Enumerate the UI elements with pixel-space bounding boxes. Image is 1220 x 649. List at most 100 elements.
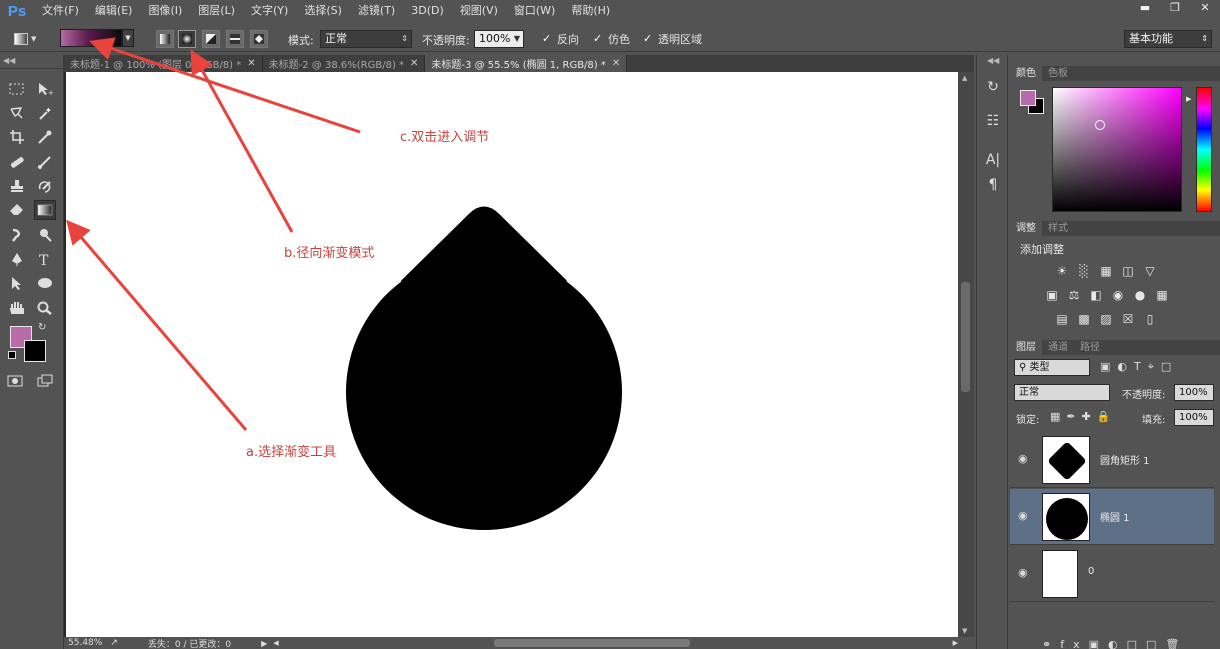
eraser-tool[interactable] bbox=[6, 200, 28, 220]
tab-styles[interactable]: 样式 bbox=[1042, 221, 1074, 236]
gradient-map-icon[interactable]: ▯ bbox=[1142, 312, 1158, 326]
menu-select[interactable]: 选择(S) bbox=[296, 0, 350, 22]
workspace-select[interactable]: 基本功能 ⇕ bbox=[1124, 30, 1212, 48]
screen-mode-button[interactable] bbox=[34, 371, 56, 391]
hue-slider[interactable] bbox=[1196, 87, 1212, 212]
layer-name[interactable]: 椭圆 1 bbox=[1100, 509, 1130, 524]
eye-icon[interactable]: ◉ bbox=[1018, 566, 1030, 579]
angle-gradient-button[interactable] bbox=[202, 30, 220, 48]
gradient-picker[interactable]: ▼ bbox=[60, 29, 134, 47]
menu-layer[interactable]: 图层(L) bbox=[190, 0, 243, 22]
menu-3d[interactable]: 3D(D) bbox=[403, 0, 452, 22]
default-colors-icon[interactable] bbox=[8, 351, 16, 359]
canvas[interactable]: c.双击进入调节 b.径向渐变模式 a.选择渐变工具 bbox=[66, 72, 958, 637]
tab-channels[interactable]: 通道 bbox=[1042, 340, 1074, 355]
paragraph-panel-button[interactable]: ¶ bbox=[982, 175, 1004, 195]
color-lookup-icon[interactable]: ▦ bbox=[1154, 288, 1170, 302]
menu-type[interactable]: 文字(Y) bbox=[243, 0, 296, 22]
menu-help[interactable]: 帮助(H) bbox=[563, 0, 618, 22]
menu-window[interactable]: 窗口(W) bbox=[506, 0, 563, 22]
layer-panel-actions[interactable]: ⚭fx▣◐□□🗑 bbox=[1042, 638, 1188, 649]
hand-tool[interactable] bbox=[6, 298, 28, 318]
fill-input[interactable]: 100% bbox=[1174, 409, 1214, 426]
close-icon[interactable]: ✕ bbox=[1190, 0, 1220, 18]
tab-color[interactable]: 颜色 bbox=[1010, 66, 1042, 81]
transparency-checkbox[interactable]: ✓ 透明区域 bbox=[643, 31, 702, 47]
curves-icon[interactable]: ▦ bbox=[1098, 264, 1114, 278]
brush-tool[interactable] bbox=[34, 152, 56, 172]
character-panel-button[interactable]: A| bbox=[982, 150, 1004, 170]
lasso-tool[interactable] bbox=[6, 103, 28, 123]
black-white-icon[interactable]: ◧ bbox=[1088, 288, 1104, 302]
menu-edit[interactable]: 编辑(E) bbox=[87, 0, 141, 22]
layer-filter-select[interactable]: ⚲ 类型 bbox=[1014, 359, 1090, 376]
selective-color-icon[interactable]: ☒ bbox=[1120, 312, 1136, 326]
layer-filter-icons[interactable]: ▣◐T⌖□ bbox=[1100, 360, 1178, 374]
zoom-readout[interactable]: 55.48% bbox=[68, 638, 102, 648]
panel-foreground-swatch[interactable] bbox=[1020, 90, 1036, 106]
layer-row-rounded-rect[interactable]: ◉ 圆角矩形 1 bbox=[1010, 432, 1214, 488]
gradient-tool[interactable] bbox=[34, 200, 56, 220]
opacity-input[interactable]: 100% ▼ bbox=[474, 30, 524, 48]
menu-image[interactable]: 图像(I) bbox=[140, 0, 190, 22]
invert-icon[interactable]: ▤ bbox=[1054, 312, 1070, 326]
vibrance-icon[interactable]: ▽ bbox=[1142, 264, 1158, 278]
history-brush-tool[interactable] bbox=[34, 176, 56, 196]
move-tool[interactable]: + bbox=[34, 79, 56, 99]
toolbox-collapse-handle[interactable]: ◀◀ bbox=[0, 55, 63, 69]
healing-brush-tool[interactable] bbox=[6, 152, 28, 172]
color-balance-icon[interactable]: ⚖ bbox=[1066, 288, 1082, 302]
tab-paths[interactable]: 路径 bbox=[1074, 340, 1106, 355]
blend-mode-select[interactable]: 正常 bbox=[1014, 384, 1110, 401]
clone-stamp-tool[interactable] bbox=[6, 176, 28, 196]
history-panel-button[interactable]: ↻ bbox=[982, 77, 1004, 97]
radial-gradient-button[interactable] bbox=[178, 30, 196, 48]
tab-layers[interactable]: 图层 bbox=[1010, 340, 1042, 355]
dither-checkbox[interactable]: ✓ 仿色 bbox=[593, 31, 630, 47]
diamond-gradient-button[interactable] bbox=[250, 30, 268, 48]
tab-swatches[interactable]: 色板 bbox=[1042, 66, 1074, 81]
scroll-up-icon[interactable]: ▲ bbox=[962, 74, 967, 82]
magic-wand-tool[interactable]: ✦ bbox=[34, 103, 56, 123]
layer-name[interactable]: 0 bbox=[1088, 566, 1094, 577]
play-icon[interactable]: ▶ bbox=[261, 639, 267, 648]
brightness-icon[interactable]: ☀ bbox=[1054, 264, 1070, 278]
tool-preset-picker[interactable]: ▼ bbox=[14, 28, 52, 50]
doc-tab-1[interactable]: 未标题-1 @ 100% (图层 0, RGB/8) * ✕ bbox=[64, 55, 263, 72]
lock-icons[interactable]: ▦✒✚🔒 bbox=[1050, 410, 1117, 423]
doc-tab-3[interactable]: 未标题-3 @ 55.5% (椭圆 1, RGB/8) * ✕ bbox=[425, 55, 628, 72]
pen-tool[interactable] bbox=[6, 249, 28, 269]
doc-tab-2[interactable]: 未标题-2 @ 38.6%(RGB/8) * ✕ bbox=[263, 55, 426, 72]
horizontal-scroll-thumb[interactable] bbox=[494, 639, 690, 647]
close-icon[interactable]: ✕ bbox=[247, 58, 255, 69]
zoom-tool[interactable] bbox=[34, 298, 56, 318]
color-field[interactable] bbox=[1052, 87, 1182, 212]
dodge-tool[interactable] bbox=[34, 225, 56, 245]
minimize-icon[interactable]: ▬ bbox=[1130, 0, 1160, 18]
linear-gradient-button[interactable] bbox=[156, 30, 174, 48]
background-color-swatch[interactable] bbox=[24, 340, 46, 362]
layer-row-background[interactable]: ◉ 0 bbox=[1010, 546, 1214, 602]
quick-mask-button[interactable] bbox=[4, 371, 26, 391]
posterize-icon[interactable]: ▩ bbox=[1076, 312, 1092, 326]
menu-file[interactable]: 文件(F) bbox=[34, 0, 87, 22]
ellipse-tool[interactable] bbox=[34, 273, 56, 293]
vertical-scroll-thumb[interactable] bbox=[961, 282, 970, 392]
reflected-gradient-button[interactable] bbox=[226, 30, 244, 48]
crop-tool[interactable] bbox=[6, 127, 28, 147]
properties-panel-button[interactable]: ☷ bbox=[982, 111, 1004, 131]
mode-select[interactable]: 正常 ⇕ bbox=[320, 30, 412, 48]
color-picker-cursor[interactable] bbox=[1095, 120, 1105, 130]
scroll-right-icon[interactable]: ▶ bbox=[953, 639, 958, 647]
layer-name[interactable]: 圆角矩形 1 bbox=[1100, 452, 1150, 467]
menu-view[interactable]: 视图(V) bbox=[452, 0, 506, 22]
blur-tool[interactable] bbox=[6, 225, 28, 245]
levels-icon[interactable]: ░ bbox=[1076, 264, 1092, 278]
vertical-scrollbar[interactable]: ▲ ▼ bbox=[958, 72, 974, 637]
close-icon[interactable]: ✕ bbox=[410, 58, 418, 69]
gradient-swatch[interactable] bbox=[60, 29, 122, 47]
layer-opacity-input[interactable]: 100% bbox=[1174, 384, 1214, 401]
scroll-left-icon[interactable]: ◀ bbox=[273, 639, 278, 647]
scroll-down-icon[interactable]: ▼ bbox=[962, 627, 967, 635]
eye-icon[interactable]: ◉ bbox=[1018, 509, 1030, 522]
